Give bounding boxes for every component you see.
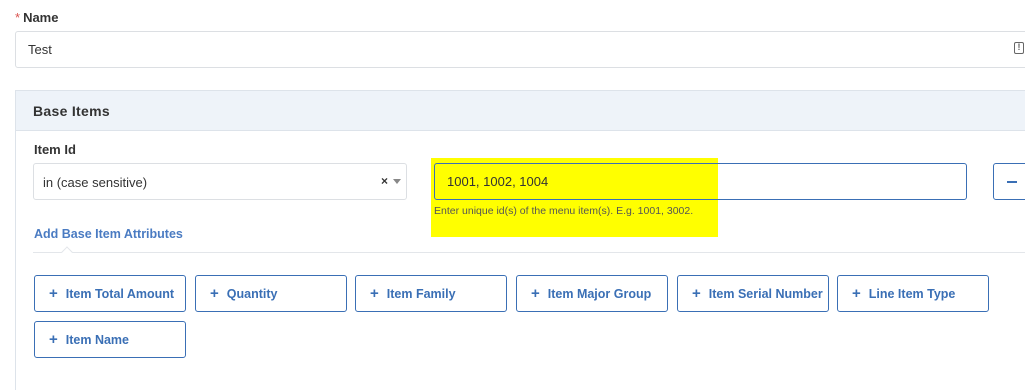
plus-icon: + <box>370 285 379 302</box>
button-label: Item Serial Number <box>708 286 823 301</box>
button-label: Quantity <box>226 286 278 301</box>
add-line-item-type-button[interactable]: + Line Item Type <box>837 275 989 312</box>
button-label: Item Major Group <box>547 286 652 301</box>
plus-icon: + <box>692 285 701 302</box>
item-id-label: Item Id <box>34 142 76 157</box>
add-quantity-button[interactable]: + Quantity <box>195 275 347 312</box>
add-item-total-amount-button[interactable]: + Item Total Amount <box>34 275 186 312</box>
add-item-major-group-button[interactable]: + Item Major Group <box>516 275 668 312</box>
button-label: Item Family <box>386 286 456 301</box>
add-item-name-button[interactable]: + Item Name <box>34 321 186 358</box>
plus-icon: + <box>210 285 219 302</box>
plus-icon: + <box>49 285 58 302</box>
operator-select[interactable]: in (case sensitive) × <box>33 163 407 200</box>
item-id-input[interactable]: 1001, 1002, 1004 <box>434 163 967 200</box>
button-label: Item Name <box>65 332 129 347</box>
item-id-help-text: Enter unique id(s) of the menu item(s). … <box>434 205 694 217</box>
divider <box>33 252 1025 253</box>
plus-icon: + <box>49 331 58 348</box>
button-label: Line Item Type <box>868 286 956 301</box>
name-label-text: Name <box>23 10 59 25</box>
plus-icon: + <box>531 285 540 302</box>
add-item-serial-number-button[interactable]: + Item Serial Number <box>677 275 829 312</box>
panel-title: Base Items <box>33 103 110 119</box>
panel-header: Base Items <box>16 91 1025 131</box>
chevron-down-icon[interactable] <box>393 179 401 184</box>
add-base-item-attributes-link[interactable]: Add Base Item Attributes <box>34 227 183 241</box>
add-item-family-button[interactable]: + Item Family <box>355 275 507 312</box>
minus-icon <box>1007 181 1017 183</box>
name-label: * Name <box>15 10 58 25</box>
button-label: Item Total Amount <box>65 286 175 301</box>
info-icon[interactable]: ! <box>1014 42 1024 54</box>
plus-icon: + <box>852 285 861 302</box>
operator-value: in (case sensitive) <box>43 175 148 190</box>
clear-icon[interactable]: × <box>381 174 388 188</box>
name-input[interactable]: Test <box>15 31 1025 68</box>
remove-condition-button[interactable] <box>993 163 1025 200</box>
required-marker: * <box>15 10 21 25</box>
